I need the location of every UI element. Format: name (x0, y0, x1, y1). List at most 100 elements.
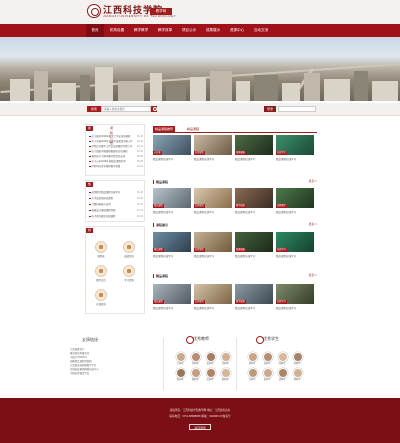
course-thumbnail: 精品课程 (153, 284, 191, 304)
course-card[interactable]: 名师课堂 精品课程在线学习 (194, 135, 232, 161)
header: 江西科技学院 JIANGXI UNIVERSITY OF TECHNOLOGY … (0, 0, 400, 24)
list-item[interactable]: 学院举办青年教师教学竞赛 03-01 (89, 165, 143, 168)
services-title: 校园服务 (86, 228, 94, 247)
list-item[interactable]: 关于组织申报省级教改项目的通知 03-10 (89, 150, 143, 153)
section-header: 课程展示 更多>> (153, 222, 317, 228)
news-box: 新闻动态 通知公告 关于做好2019年教学工作安排的通知 03-18 关于开展20… (85, 124, 145, 176)
course-thumbnail: 在线学习 (276, 135, 314, 155)
course-thumbnail: 名师课堂 (194, 188, 232, 208)
nav-item-institutions[interactable]: 机构设置 (106, 24, 128, 37)
links-title: 友情链接 (82, 337, 98, 342)
nav-item-teaching[interactable]: 教学教学 (130, 24, 152, 37)
tab-notices[interactable]: 通知公告 (108, 126, 115, 145)
teachers-title: 优秀教师 (186, 335, 214, 344)
friend-links-list: 江西省教育厅 教育部高等教育司 中国大学MOOC 国家精品课程资源网 江西省高校… (70, 348, 140, 376)
more-link[interactable]: 更多>> (309, 273, 317, 279)
footer-contact: 联系电话：0791-88888888 邮编：330098 ICP备案号 (169, 415, 231, 418)
course-thumbnail: 微课展播 (235, 232, 273, 252)
clock-icon (95, 265, 107, 277)
divider (163, 338, 164, 390)
course-thumbnail: 精品课程 (153, 188, 191, 208)
service-consult[interactable]: 在线咨询 (94, 289, 108, 306)
login-button[interactable]: 登录 (264, 106, 276, 112)
course-thumbnail: 教学视频 (235, 284, 273, 304)
course-thumbnail: 在线学习 (276, 232, 314, 252)
school-seal-logo[interactable] (87, 4, 101, 18)
list-item[interactable]: 关于公布2018年度精品课程名单 03-05 (89, 160, 143, 163)
list-item[interactable]: 教务处关于期中教学检查的安排 03-08 (89, 155, 143, 158)
search-label: 搜索 (87, 106, 101, 112)
friend-link[interactable]: 中国高等教育学会 (70, 372, 140, 376)
nav-item-projects[interactable]: 项目公示 (178, 24, 200, 37)
nav-item-home[interactable]: 首页 (86, 24, 104, 37)
course-card[interactable]: 名师课堂 精品课程在线学习 (194, 188, 232, 214)
list-item[interactable]: 机械设计基础课程资源 03-12 (89, 209, 143, 212)
nav-item-interaction[interactable]: 互动交流 (250, 24, 272, 37)
search-button[interactable] (151, 106, 157, 112)
course-thumbnail: 名师课堂 (194, 232, 232, 252)
course-thumbnail: 精品课程 (153, 232, 191, 252)
section-header: 精品课程 更多>> (153, 273, 317, 279)
course-card[interactable]: 名师课堂 精品课程在线学习 (194, 284, 232, 310)
course-card[interactable]: 微课展播 精品课程在线学习 (235, 232, 273, 258)
service-schedule[interactable]: 课程表 (94, 241, 108, 258)
list-item[interactable]: 高等数学精品课程在线学习 03-18 (89, 191, 143, 194)
students-title: 优秀学生 (256, 335, 284, 344)
site-badge: 教学网 (150, 8, 172, 15)
calendar-icon (95, 241, 107, 253)
service-resources[interactable]: 学习资源 (122, 265, 136, 282)
course-thumbnail: 在线学习 (276, 284, 314, 304)
tab-news[interactable]: 新闻动态 (86, 126, 94, 145)
tab-recommended[interactable]: 精品课程推荐 (153, 126, 176, 132)
section-header: 精品课程 更多>> (153, 179, 317, 185)
nav-item-reform[interactable]: 教学改革 (154, 24, 176, 37)
hot-courses-title: 热门课程 (86, 182, 94, 201)
phone-icon (95, 289, 107, 301)
more-link[interactable]: 更多>> (309, 179, 317, 185)
course-card[interactable]: 教学视频 精品课程在线学习 (235, 284, 273, 310)
course-thumbnail: 微课展播 (235, 135, 273, 155)
course-card[interactable]: 微课展播 精品课程在线学习 (235, 135, 273, 161)
page: 江西科技学院 JIANGXI UNIVERSITY OF TECHNOLOGY … (0, 0, 400, 443)
footer: 版权所有：江西科技学院教学网 地址：江西省南昌市 联系电话：0791-88888… (0, 398, 400, 443)
course-card[interactable]: 在线学习 精品课程在线学习 (276, 232, 314, 258)
course-card[interactable]: 在线学习 精品课程在线学习 (276, 135, 314, 161)
list-item[interactable]: 计算机基础与应用 03-14 (89, 203, 143, 206)
search-bar: 搜索 登录 (0, 103, 400, 116)
list-item[interactable]: 关于开展2019年度教学成果奖申报工作 03-15 (89, 140, 143, 143)
course-card[interactable]: 公开课 精品课程在线学习 (153, 135, 191, 161)
course-card[interactable]: 教学视频 精品课程在线学习 (235, 188, 273, 214)
course-card[interactable]: 实践教学 精品课程在线学习 (276, 188, 314, 214)
nav-item-achievements[interactable]: 成果展示 (202, 24, 224, 37)
course-card[interactable]: 精品课程 精品课程在线学习 (153, 188, 191, 214)
course-thumbnail: 名师课堂 (194, 284, 232, 304)
list-item[interactable]: 关于做好2019年教学工作安排的通知 03-18 (89, 135, 143, 138)
service-calendar[interactable]: 教学日历 (94, 265, 108, 282)
course-card[interactable]: 在线学习 精品课程在线学习 (276, 284, 314, 310)
course-thumbnail: 名师课堂 (194, 135, 232, 155)
back-to-top-button[interactable]: 返回顶部 (189, 424, 211, 430)
list-item[interactable]: 学院召开教学工作会议部署新学期工作 03-12 (89, 145, 143, 148)
course-card[interactable]: 精品课程 精品课程在线学习 (153, 232, 191, 258)
tab-courses[interactable]: 精品课程 (187, 126, 199, 132)
login-field[interactable] (278, 106, 316, 112)
main-nav: 首页 机构设置 教学教学 教学改革 项目公示 成果展示 资源中心 互动交流 (0, 24, 400, 37)
course-thumbnail: 公开课 (153, 135, 191, 155)
campus-services-box: 校园服务 课程表 成绩查询 教学日历 学习资源 在线咨询 (85, 226, 145, 314)
course-card[interactable]: 名师课堂 精品课程在线学习 (194, 232, 232, 258)
service-grades[interactable]: 成绩查询 (122, 241, 136, 258)
course-thumbnail: 实践教学 (276, 188, 314, 208)
footer-copyright: 版权所有：江西科技学院教学网 地址：江西省南昌市 (169, 409, 231, 412)
list-item[interactable]: 电子商务概论在线课程 03-09 (89, 215, 143, 218)
chart-icon (123, 241, 135, 253)
more-link[interactable]: 更多>> (309, 222, 317, 228)
list-item[interactable]: 大学英语视听说课程 03-16 (89, 197, 143, 200)
campus-banner-image (0, 37, 400, 101)
course-card[interactable]: 精品课程 精品课程在线学习 (153, 284, 191, 310)
book-icon (123, 265, 135, 277)
divider (236, 338, 237, 390)
course-thumbnail: 教学视频 (235, 188, 273, 208)
nav-item-resources[interactable]: 资源中心 (226, 24, 248, 37)
course-tabs: 精品课程推荐 精品课程 (153, 126, 317, 133)
search-input[interactable] (101, 106, 151, 112)
